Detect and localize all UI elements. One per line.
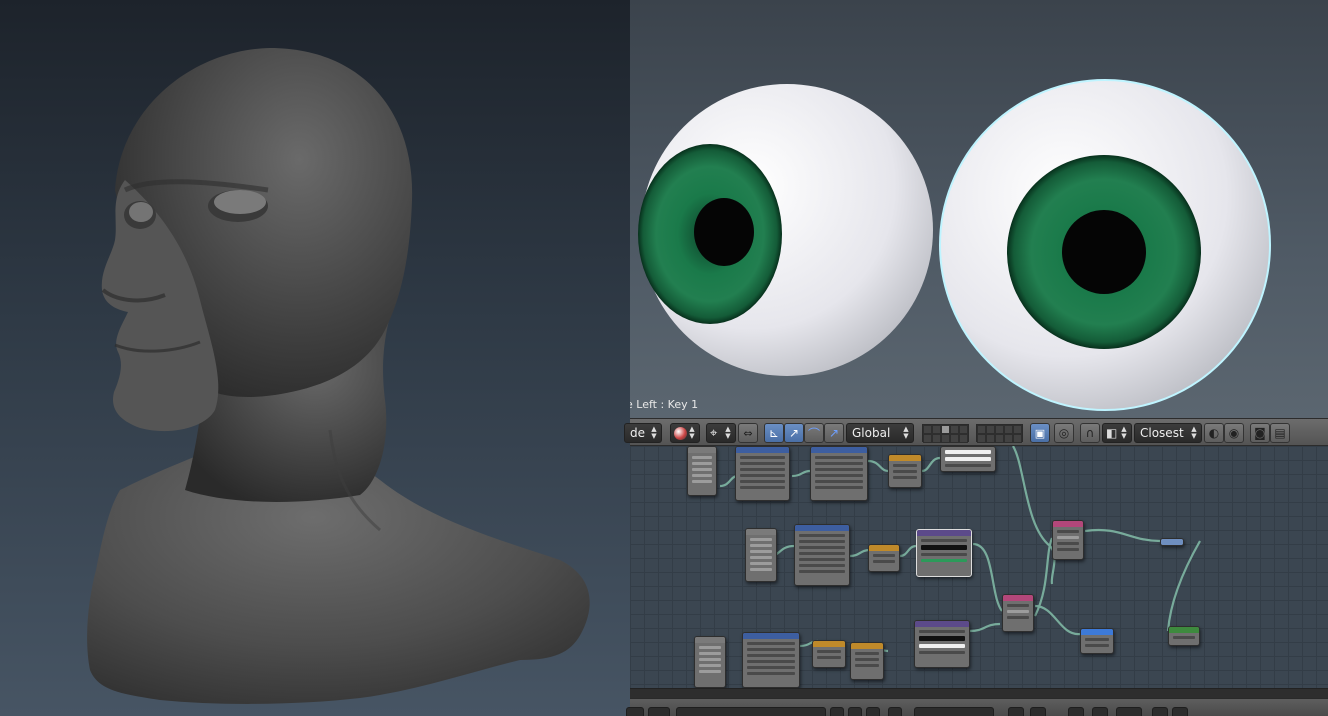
viewport-header-toolbar: de ▲ ▼ ▲ ▼ ⌖ ▲ ▼ ⇔ ⊾ ↗ ⌒ ↗ Global ▲ ▼ ▣ ◎ ∩: [624, 418, 1328, 446]
use-nodes-toggle[interactable]: [914, 707, 994, 716]
extra-manipulator-button[interactable]: ↗: [824, 423, 844, 443]
mode-dropdown[interactable]: de ▲ ▼: [624, 423, 662, 443]
shading-sphere-icon: [674, 426, 687, 440]
sculpted-head-model: [87, 48, 590, 704]
magnet-icon: ∩: [1085, 426, 1095, 440]
node-mix-shader-1[interactable]: [1052, 520, 1084, 560]
render-opengl-button[interactable]: ◙: [1250, 423, 1270, 443]
copy-nodes-button[interactable]: [1152, 707, 1168, 716]
pivot-point-icon: ⌖: [710, 425, 718, 441]
node-texture-coordinate-3[interactable]: [694, 636, 726, 688]
chevron-updown-icon: ▲ ▼: [1191, 425, 1197, 440]
node-colorramp-1[interactable]: [940, 446, 996, 472]
viewport-info-text: e Left : Key 1: [630, 398, 699, 411]
node-colorramp-3[interactable]: [914, 620, 970, 668]
translate-manipulator-button[interactable]: ⊾: [764, 423, 784, 443]
transform-orientation-dropdown[interactable]: Global ▲ ▼: [846, 423, 914, 443]
proportional-edit-icon: ◎: [1058, 426, 1070, 440]
lock-camera-button[interactable]: ▣: [1030, 423, 1050, 443]
proportional-edit-button[interactable]: ◎: [1054, 423, 1074, 443]
node-tool-button-9[interactable]: [1116, 707, 1142, 716]
manipulator-toggle-button[interactable]: ⇔: [738, 423, 758, 443]
node-tool-button-5[interactable]: [1008, 707, 1024, 716]
node-tool-button-7[interactable]: [1068, 707, 1084, 716]
node-editor-header: [626, 698, 1328, 716]
node-editor-scrollbar[interactable]: [630, 688, 1328, 698]
node-bump[interactable]: [1080, 628, 1114, 654]
node-mapping-1[interactable]: [735, 446, 790, 501]
node-tool-button-4[interactable]: [888, 707, 902, 716]
render-animation-button[interactable]: ▤: [1270, 423, 1290, 443]
node-gradient-2[interactable]: [868, 544, 900, 572]
node-mapping-2[interactable]: [810, 446, 868, 501]
node-tool-button-3[interactable]: [866, 707, 880, 716]
align-rotation-button[interactable]: ◐: [1204, 423, 1224, 443]
node-colorramp-2[interactable]: [916, 529, 972, 577]
clapperboard-icon: ▤: [1274, 426, 1286, 440]
paste-nodes-button[interactable]: [1172, 707, 1188, 716]
sculpt-viewport[interactable]: [0, 0, 630, 716]
node-gradient-3[interactable]: [812, 640, 846, 668]
mode-dropdown-label: de: [630, 426, 645, 440]
viewport-shading-dropdown[interactable]: ▲ ▼: [670, 423, 700, 443]
chevron-updown-icon: ▲ ▼: [903, 425, 909, 440]
snap-project-button[interactable]: ◉: [1224, 423, 1244, 443]
manipulator-icon: ⇔: [743, 426, 753, 440]
node-tool-button-6[interactable]: [1030, 707, 1046, 716]
rotate-manipulator-icon: ↗: [788, 426, 800, 440]
translate-manipulator-icon: ⊾: [768, 426, 780, 440]
snap-target-dropdown[interactable]: Closest ▲ ▼: [1134, 423, 1202, 443]
node-texture-coordinate-2[interactable]: [745, 528, 777, 582]
node-mapping-4[interactable]: [742, 632, 800, 688]
camera-icon: ◙: [1254, 426, 1266, 440]
node-mix-shader-2[interactable]: [1002, 594, 1034, 632]
chevron-updown-icon: ▲ ▼: [725, 425, 731, 440]
align-rotation-icon: ◐: [1208, 426, 1220, 440]
scene-layers-grid-a[interactable]: [922, 424, 969, 443]
node-tool-button-2[interactable]: [848, 707, 862, 716]
3d-viewport[interactable]: e Left : Key 1: [630, 0, 1328, 418]
lock-icon: ▣: [1034, 426, 1046, 440]
material-selector[interactable]: [676, 707, 826, 716]
rotate-manipulator-button[interactable]: ↗: [784, 423, 804, 443]
curve-icon: ⌒: [807, 426, 820, 441]
scale-manipulator-button[interactable]: ⌒: [804, 423, 824, 443]
editor-type-dropdown[interactable]: [626, 707, 644, 716]
node-tool-button-1[interactable]: [830, 707, 844, 716]
snap-target-label: Closest: [1140, 426, 1184, 440]
node-mapping-3[interactable]: [794, 524, 850, 586]
node-editor[interactable]: [630, 446, 1328, 688]
node-output-link[interactable]: [1160, 538, 1184, 546]
snap-element-dropdown[interactable]: ◧ ▲ ▼: [1102, 423, 1132, 443]
view-menu-button[interactable]: [648, 707, 670, 716]
transform-orientation-label: Global: [852, 426, 891, 440]
snap-project-icon: ◉: [1228, 426, 1240, 440]
scene-layers-grid-b[interactable]: [976, 424, 1023, 443]
pivot-point-dropdown[interactable]: ⌖ ▲ ▼: [706, 423, 736, 443]
node-material-output[interactable]: [1168, 626, 1200, 646]
scale-manipulator-icon: ↗: [828, 426, 840, 440]
node-gradient-1[interactable]: [888, 454, 922, 488]
node-texture-coordinate-1[interactable]: [687, 446, 717, 496]
cube-icon: ◧: [1106, 426, 1118, 440]
node-gradient-4[interactable]: [850, 642, 884, 680]
chevron-updown-icon: ▲ ▼: [689, 425, 695, 440]
chevron-updown-icon: ▲ ▼: [1121, 425, 1127, 440]
eyeballs-render: [638, 79, 1271, 411]
snap-toggle-button[interactable]: ∩: [1080, 423, 1100, 443]
node-tool-button-8[interactable]: [1092, 707, 1108, 716]
chevron-updown-icon: ▲ ▼: [651, 425, 657, 440]
